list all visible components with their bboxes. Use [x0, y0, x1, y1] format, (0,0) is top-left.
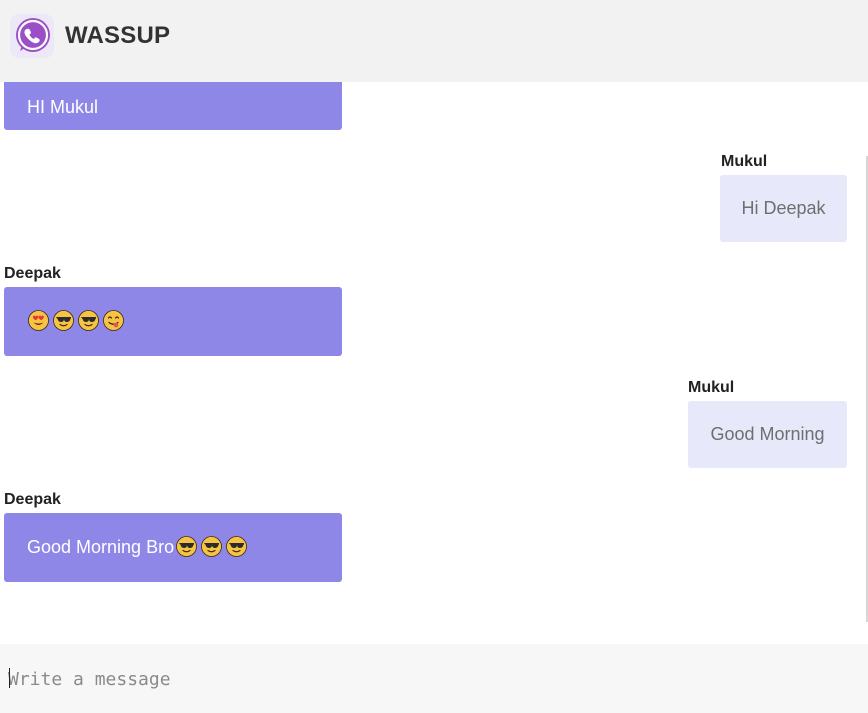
- sunglasses-emoji-icon: [53, 310, 74, 332]
- message-text: Hi Deepak: [741, 198, 826, 218]
- sunglasses-emoji-icon: [226, 536, 247, 558]
- message-text: Good Morning: [710, 424, 825, 444]
- phone-chat-logo-icon: [10, 14, 54, 58]
- sunglasses-emoji-icon: [176, 536, 197, 558]
- sunglasses-emoji-icon: [78, 310, 99, 332]
- text-caret: [9, 668, 10, 688]
- message-composer: [0, 644, 868, 713]
- app-title: WASSUP: [65, 22, 171, 49]
- message-content: Good Morning Bro: [4, 536, 251, 559]
- message-sender: Deepak: [4, 491, 61, 508]
- message-list[interactable]: HI Mukul Mukul Hi Deepak Deepak Mukul Go…: [0, 82, 868, 644]
- message-bubble: Hi Deepak: [720, 175, 847, 242]
- message-text: HI Mukul: [27, 96, 99, 117]
- message-bubble: Good Morning: [688, 401, 847, 468]
- app-header: WASSUP: [0, 0, 868, 82]
- message-sender: Mukul: [721, 153, 768, 170]
- message-sender: Mukul: [688, 379, 735, 396]
- message-input[interactable]: [8, 664, 848, 694]
- heart-eyes-emoji-icon: [28, 310, 49, 332]
- message-bubble: HI Mukul: [4, 82, 342, 130]
- chat-app: WASSUP HI Mukul Mukul Hi Deepak Deepak M…: [0, 0, 868, 713]
- message-sender: Deepak: [4, 265, 61, 282]
- sunglasses-emoji-icon: [201, 536, 222, 558]
- message-bubble: [4, 287, 342, 356]
- yum-emoji-icon: [103, 310, 124, 332]
- message-text: Good Morning Bro: [27, 536, 175, 557]
- message-emojis: [4, 310, 128, 333]
- message-bubble: Good Morning Bro: [4, 513, 342, 582]
